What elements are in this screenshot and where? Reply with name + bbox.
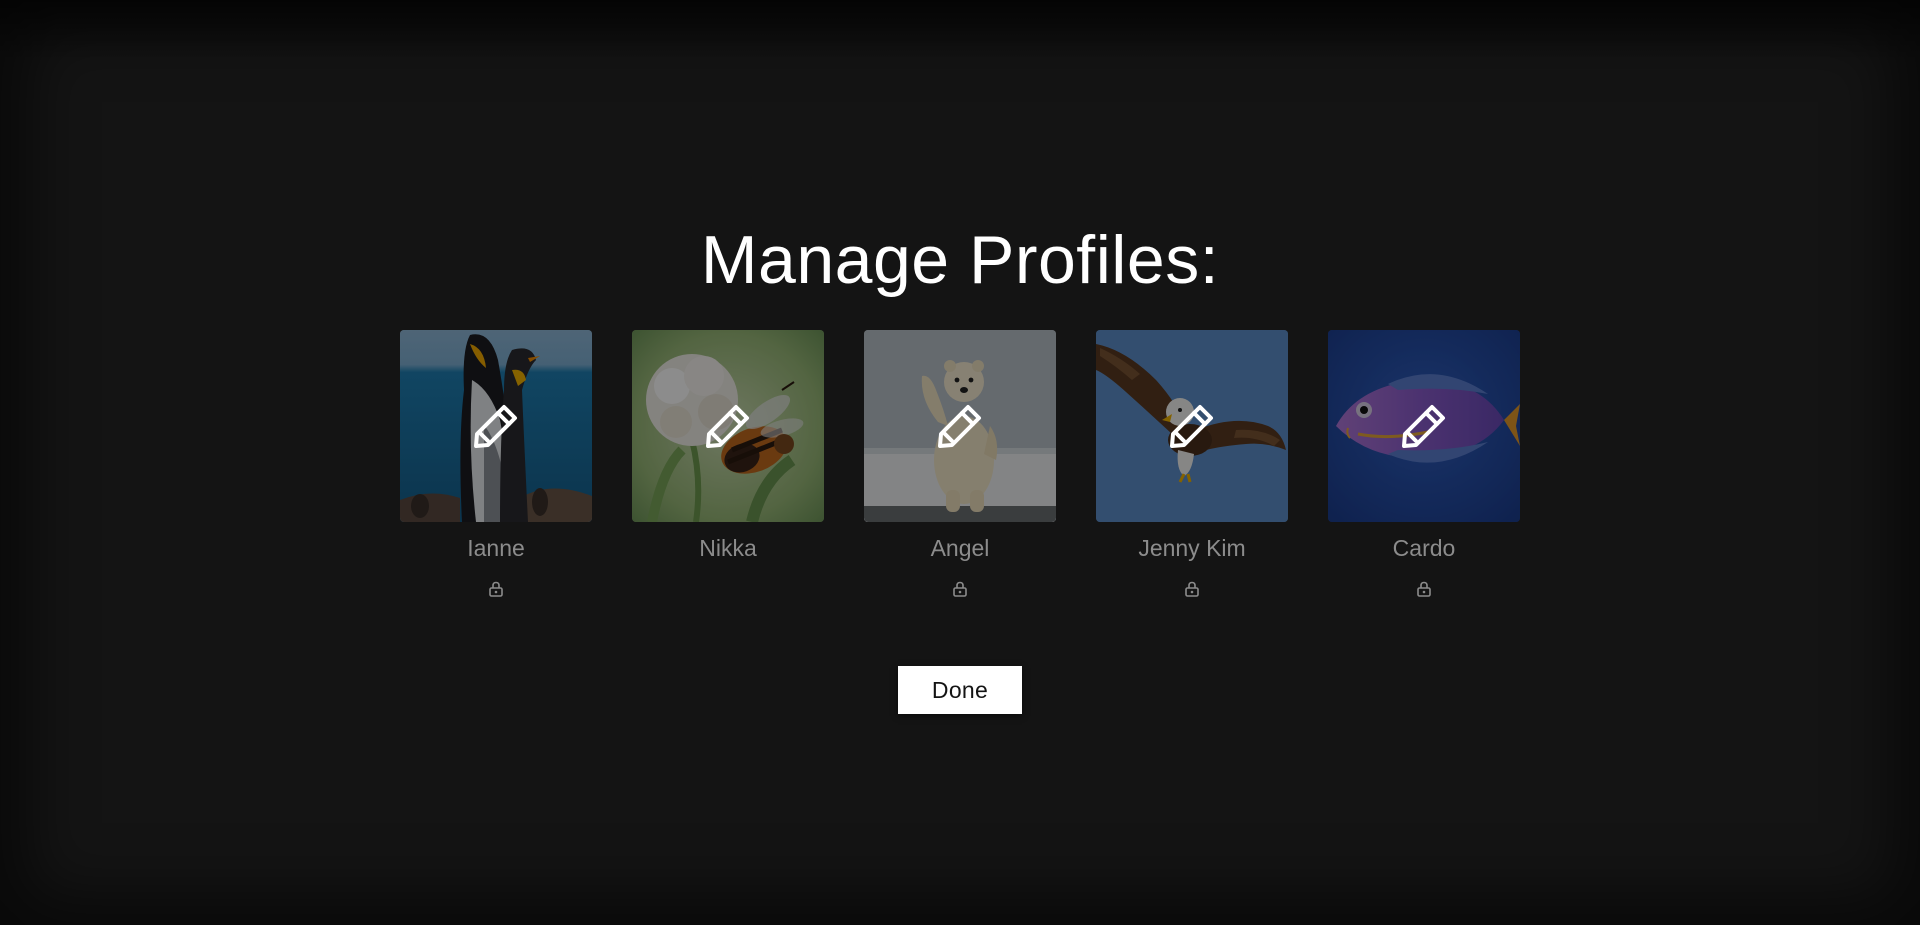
pencil-icon[interactable] — [1167, 401, 1217, 451]
lock-icon — [953, 581, 967, 597]
profile-angel[interactable]: Angel — [864, 330, 1056, 598]
profile-name: Jenny Kim — [1138, 535, 1246, 561]
profile-avatar[interactable] — [1096, 330, 1288, 522]
profile-avatar[interactable] — [864, 330, 1056, 522]
done-button[interactable]: Done — [898, 666, 1022, 714]
profile-avatar[interactable] — [1328, 330, 1520, 522]
page-title: Manage Profiles: — [700, 222, 1220, 298]
profile-cardo[interactable]: Cardo — [1328, 330, 1520, 598]
pencil-icon[interactable] — [471, 401, 521, 451]
lock-icon — [1185, 581, 1199, 597]
pencil-icon[interactable] — [703, 401, 753, 451]
pencil-icon[interactable] — [935, 401, 985, 451]
profile-name: Angel — [930, 535, 990, 561]
profile-name: Nikka — [699, 535, 757, 561]
profile-avatar[interactable] — [400, 330, 592, 522]
manage-profiles-screen: Manage Profiles: Ianne Nikka Angel Jenny… — [0, 0, 1920, 925]
lock-icon — [1417, 581, 1431, 597]
top-shade — [0, 0, 1920, 60]
profile-name: Cardo — [1392, 535, 1456, 561]
profile-name: Ianne — [467, 535, 525, 561]
profile-nikka[interactable]: Nikka — [632, 330, 824, 562]
profile-list: Ianne Nikka Angel Jenny Kim Cardo — [400, 330, 1520, 610]
profile-avatar[interactable] — [632, 330, 824, 522]
profile-jenny-kim[interactable]: Jenny Kim — [1096, 330, 1288, 598]
pencil-icon[interactable] — [1399, 401, 1449, 451]
profile-ianne[interactable]: Ianne — [400, 330, 592, 598]
lock-icon — [489, 581, 503, 597]
